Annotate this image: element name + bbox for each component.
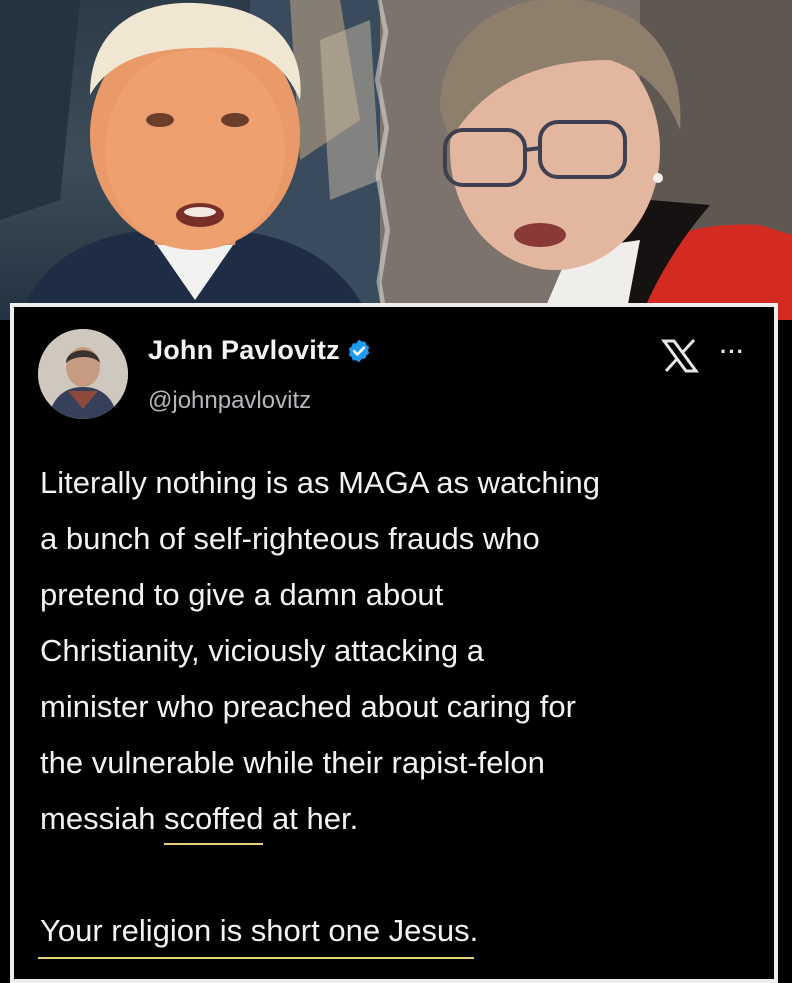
- tweet-text-segment: messiah: [40, 801, 165, 836]
- author-name[interactable]: John Pavlovitz: [148, 335, 372, 366]
- tweet-closing-line: Your religion is short one Jesus.: [37, 903, 478, 959]
- tweet-line: Christianity, viciously attacking a: [40, 633, 484, 668]
- verified-badge-icon: [348, 339, 370, 362]
- tweet-line: minister who preached about caring for: [40, 689, 576, 724]
- tweet-text: Literally nothing is as MAGA as watching…: [37, 455, 764, 959]
- tweet-line: a bunch of self-righteous frauds who: [40, 521, 540, 556]
- highlighted-word: scoffed: [164, 791, 264, 847]
- tweet-line: pretend to give a damn about: [40, 577, 444, 612]
- author-avatar[interactable]: [38, 329, 128, 419]
- tweet-line: Literally nothing is as MAGA as watching: [40, 465, 600, 500]
- author-handle[interactable]: @johnpavlovitz: [148, 387, 311, 415]
- author-name-text: John Pavlovitz: [148, 335, 340, 365]
- woman-portrait: [380, 0, 792, 320]
- tweet-line: the vulnerable while their rapist-felon: [40, 745, 545, 780]
- left-photo: [0, 0, 390, 320]
- tweet-card: John Pavlovitz @johnpavlovitz ··· Litera…: [10, 303, 778, 983]
- tweet-text-segment: at her.: [263, 801, 359, 836]
- avatar-icon: [38, 329, 128, 419]
- more-options-icon[interactable]: ···: [720, 339, 745, 365]
- right-photo: [380, 0, 792, 320]
- photo-strip: [0, 0, 792, 320]
- x-logo-icon[interactable]: [660, 335, 700, 375]
- tweet-line-last: messiah scoffed at her.: [40, 791, 764, 847]
- man-portrait: [0, 0, 390, 320]
